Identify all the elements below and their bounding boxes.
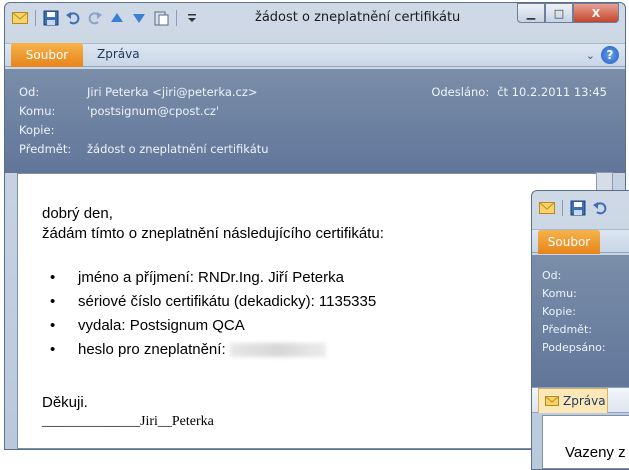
ribbon-tabs-second: Soubor [532,229,629,254]
list-item: jméno a příjmení: RNDr.Ing. Jiří Peterka [50,266,376,290]
tab-file[interactable]: Soubor [11,43,83,67]
save-icon[interactable] [569,199,587,217]
from-label: Od: [19,85,40,99]
message-body-second[interactable]: Vazeny z [542,415,629,469]
from-label-second: Od: [542,269,562,282]
message-header: Od: Jiri Peterka <jiri@peterka.cz> Komu: '… [5,69,625,173]
envelope-icon [545,396,559,406]
toolbar-separator [35,10,36,26]
cc-label-second: Kopie: [542,305,576,318]
envelope-icon[interactable] [538,199,556,217]
from-value[interactable]: Jiri Peterka <jiri@peterka.cz> [87,85,258,99]
signed-label-second: Podepsáno: [542,341,606,354]
quick-access-toolbar-second [538,199,609,217]
save-icon[interactable] [42,9,60,27]
intro-text: žádám tímto o zneplatnění následujícího … [42,225,384,242]
list-item-text: vydala: Postsignum QCA [78,317,245,334]
redacted-password [229,343,326,358]
sent-row: Odesláno: čt 10.2.2011 13:45 [431,85,607,99]
list-item: sériové číslo certifikátu (dekadicky): 1… [50,290,377,314]
body-intro: dobrý den, žádám tímto o zneplatnění nás… [42,204,384,244]
certificate-list: jméno a příjmení: RNDr.Ing. Jiří Peterka… [50,266,377,362]
sent-value: čt 10.2.2011 13:45 [497,85,607,99]
quick-access-toolbar [11,9,201,27]
up-arrow-icon[interactable] [108,9,126,27]
paste-icon[interactable] [152,9,170,27]
cc-row: Kopie: [19,123,87,137]
undo-icon[interactable] [591,199,609,217]
subject-label-second: Předmět: [542,323,592,336]
title-bar: žádost o zneplatnění certifikátu ▁ □ X [5,3,625,33]
to-value[interactable]: 'postsignum@cpost.cz' [87,104,219,118]
minimize-button[interactable]: ▁ [517,3,545,23]
toolbar-separator [176,10,177,26]
list-item-text: jméno a příjmení: RNDr.Ing. Jiří Peterka [78,269,344,286]
close-button[interactable]: X [573,3,619,23]
tab-message-second[interactable]: Zpráva [538,388,608,413]
window-controls: ▁ □ X [517,3,619,23]
list-item-text: heslo pro zneplatnění: [78,341,226,358]
ribbon-tabs: Soubor Zpráva ⌄ ? [5,43,625,67]
list-item-text: sériové číslo certifikátu (dekadicky): 1… [78,293,377,310]
toolbar-separator [562,200,563,216]
cc-label: Kopie: [19,123,55,137]
undo-icon[interactable] [64,9,82,27]
message-tab-bar-second: Zpráva [532,387,629,413]
to-label: Komu: [19,104,56,118]
from-row: Od: Jiri Peterka <jiri@peterka.cz> [19,85,258,99]
tab-file-second[interactable]: Soubor [538,230,600,254]
sent-label: Odesláno: [431,85,490,99]
subject-value: žádost o zneplatnění certifikátu [87,142,269,156]
greeting-text: dobrý den, [42,205,113,222]
envelope-icon[interactable] [11,9,29,27]
thanks-text: Děkuji. [42,394,88,411]
subject-row: Předmět: žádost o zneplatnění certifikátu [19,142,269,156]
list-item: vydala: Postsignum QCA [50,314,376,338]
dropdown-icon[interactable] [183,9,201,27]
down-arrow-icon[interactable] [130,9,148,27]
chevron-down-icon[interactable]: ⌄ [586,49,595,62]
maximize-button[interactable]: □ [545,3,573,23]
second-message-window: Soubor Od: Komu: Kopie: Předmět: Podepsá… [531,190,629,470]
tab-message[interactable]: Zpráva [97,47,140,61]
message-header-second: Od: Komu: Kopie: Předmět: Podepsáno: [532,255,629,387]
message-body[interactable]: dobrý den, žádám tímto o zneplatnění nás… [17,172,613,449]
list-item: heslo pro zneplatnění: [50,338,376,362]
body-text-second: Vazeny z [565,444,626,461]
to-row: Komu: 'postsignum@cpost.cz' [19,104,219,118]
tab-message-label: Zpráva [563,394,606,408]
help-icon[interactable]: ? [601,46,619,64]
subject-label: Předmět: [19,142,72,156]
signature-text: ______________Jiri__Peterka [42,414,214,429]
window-title: žádost o zneplatnění certifikátu [255,10,461,25]
redo-icon[interactable] [86,9,104,27]
ribbon-controls: ⌄ ? [586,46,619,64]
to-label-second: Komu: [542,287,577,300]
